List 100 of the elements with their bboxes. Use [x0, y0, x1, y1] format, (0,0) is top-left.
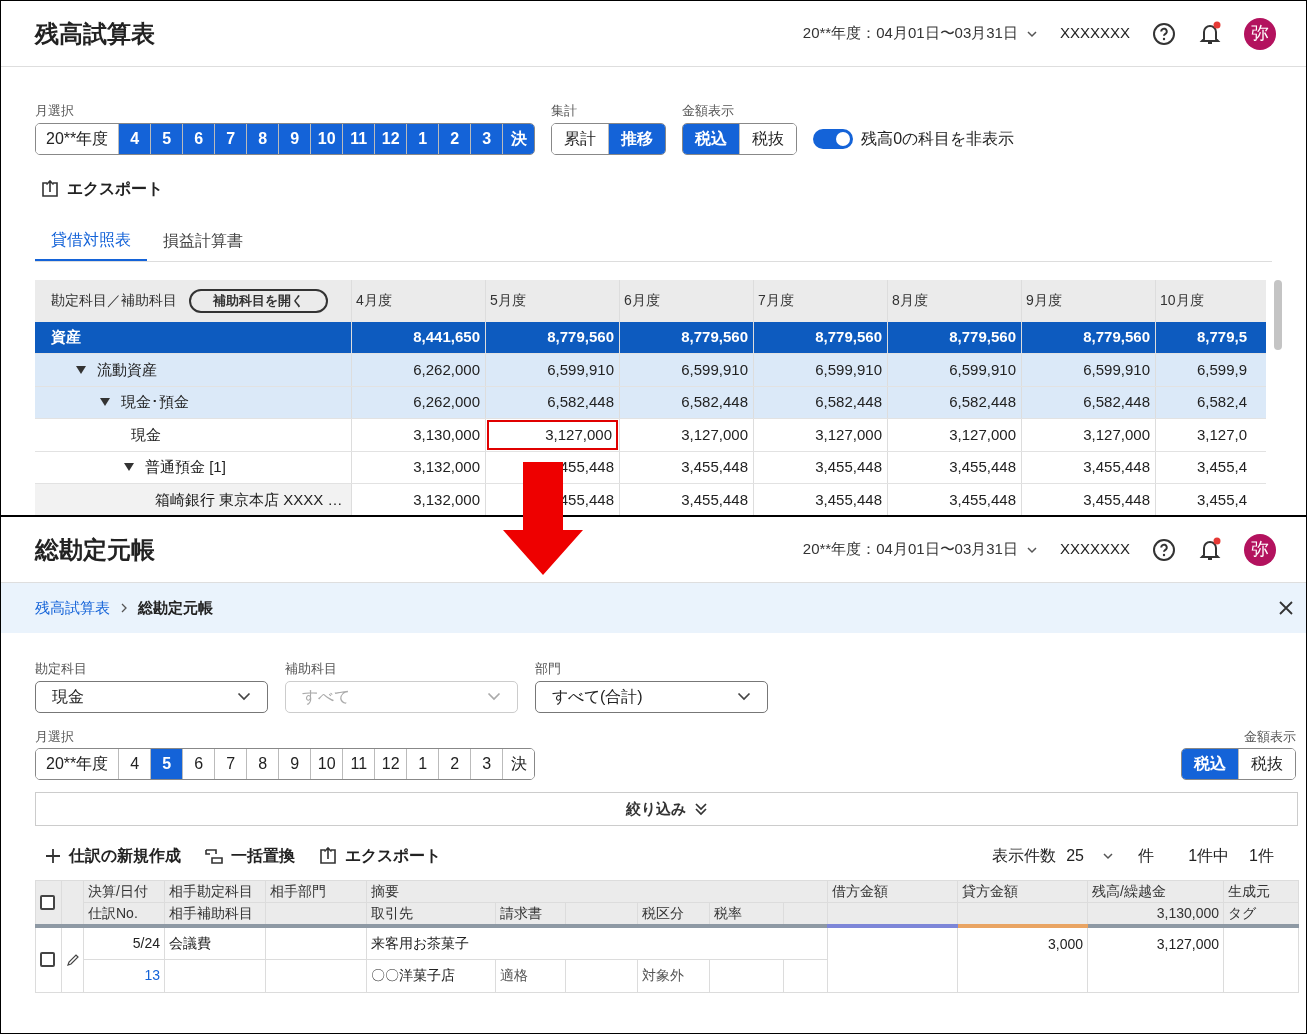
month-option[interactable]: 決 [502, 749, 535, 779]
filter-bar[interactable]: 絞り込み [35, 792, 1298, 826]
amount-cell[interactable]: 6,582,448 [621, 387, 752, 417]
notification-bell-icon[interactable] [1198, 20, 1222, 47]
month-option[interactable]: 2 [438, 123, 471, 154]
amount-cell[interactable]: 8,779,5 [1157, 322, 1265, 352]
amount-cell[interactable]: 3,127,000 [755, 420, 886, 450]
toggle-switch[interactable] [813, 128, 854, 149]
dropdown-field[interactable]: すべて(合計) [535, 680, 768, 713]
month-option[interactable]: 12 [374, 123, 407, 154]
amount-cell[interactable]: 6,582,448 [889, 387, 1020, 417]
scrollbar[interactable] [1274, 279, 1282, 350]
month-option[interactable]: 8 [246, 123, 279, 154]
aggregation-option[interactable]: 推移 [608, 123, 666, 154]
account-name: 現金 [131, 424, 161, 445]
account-name: 流動資産 [97, 359, 157, 380]
month-option[interactable]: 3 [470, 123, 503, 154]
amount-cell[interactable]: 3,455,448 [1023, 485, 1154, 515]
amount-cell[interactable]: 6,599,910 [755, 355, 886, 385]
amount-cell[interactable]: 3,455,448 [755, 485, 886, 515]
dropdown-field[interactable]: 現金 [35, 680, 268, 713]
period-dropdown[interactable]: 20**年度：04月01日〜03月31日 [802, 538, 1038, 561]
amount-cell[interactable]: 3,455,448 [889, 485, 1020, 515]
amount-cell[interactable]: 3,132,000 [353, 452, 484, 482]
pencil-icon[interactable] [66, 952, 80, 967]
open-subaccounts-button[interactable]: 補助科目を開く [189, 288, 328, 313]
amount-cell[interactable]: 6,582,448 [487, 387, 618, 417]
amount-cell[interactable]: 8,779,560 [1023, 322, 1154, 352]
amount-cell[interactable]: 8,779,560 [889, 322, 1020, 352]
entry-number-link[interactable]: 13 [144, 967, 160, 983]
page-size-dropdown[interactable]: 25 [1066, 844, 1129, 868]
amount-cell[interactable]: 6,262,000 [353, 387, 484, 417]
tax-option[interactable]: 税込 [1182, 749, 1238, 779]
breadcrumb-link[interactable]: 残高試算表 [35, 596, 110, 620]
amount-cell[interactable]: 3,455,448 [621, 452, 752, 482]
amount-cell[interactable]: 455,448 [487, 452, 618, 482]
month-option[interactable]: 5 [150, 749, 183, 779]
close-icon[interactable] [1278, 600, 1294, 616]
amount-cell[interactable]: 6,599,910 [621, 355, 752, 385]
amount-cell[interactable]: 3,455,448 [889, 452, 1020, 482]
tax-option[interactable]: 税抜 [1238, 749, 1295, 779]
amount-cell[interactable]: 8,779,560 [487, 322, 618, 352]
amount-cell[interactable]: 3,455,4 [1157, 485, 1265, 515]
toolbar-button[interactable]: エクスポート [319, 844, 441, 868]
expand-triangle-icon[interactable] [75, 364, 87, 375]
amount-cell[interactable]: 3,130,000 [353, 420, 484, 450]
chevron-right-icon [120, 603, 128, 613]
amount-cell[interactable]: 3,455,448 [621, 485, 752, 515]
row-checkbox[interactable] [40, 952, 55, 968]
user-avatar[interactable]: 弥 [1244, 17, 1276, 50]
amount-cell[interactable]: 6,582,448 [1023, 387, 1154, 417]
amount-cell[interactable]: 6,599,910 [487, 355, 618, 385]
amount-cell[interactable]: 6,599,9 [1157, 355, 1265, 385]
amount-cell[interactable]: 8,441,650 [353, 322, 484, 352]
month-option[interactable]: 10 [310, 123, 343, 154]
tab[interactable]: 損益計算書 [147, 220, 259, 261]
total-count: 1件中 [1188, 846, 1230, 866]
amount-cell[interactable]: 6,262,000 [353, 355, 484, 385]
tab[interactable]: 貸借対照表 [35, 220, 147, 261]
amount-cell[interactable]: 3,127,000 [621, 420, 752, 450]
period-dropdown[interactable]: 20**年度：04月01日〜03月31日 [802, 22, 1038, 45]
export-button[interactable]: エクスポート [41, 176, 163, 201]
amount-cell[interactable]: 6,582,448 [755, 387, 886, 417]
amount-cell[interactable]: 3,127,000 [889, 420, 1020, 450]
month-option[interactable]: 6 [182, 123, 215, 154]
month-option[interactable]: 9 [278, 123, 311, 154]
amount-cell[interactable]: 6,599,910 [889, 355, 1020, 385]
month-option[interactable]: 1 [406, 123, 439, 154]
column-header: 摘要 [371, 883, 399, 899]
expand-triangle-icon[interactable] [99, 397, 111, 408]
amount-cell[interactable]: 3,127,000 [1023, 420, 1154, 450]
amount-cell[interactable]: 8,779,560 [621, 322, 752, 352]
amount-cell[interactable]: 3,455,4 [1157, 452, 1265, 482]
field-label: 月選択 [35, 102, 75, 120]
amount-cell[interactable]: 3,455,448 [755, 452, 886, 482]
tax-option[interactable]: 税込 [683, 123, 740, 154]
amount-cell[interactable]: 455,448 [487, 485, 618, 515]
tax-option[interactable]: 税抜 [739, 123, 797, 154]
description-cell: 来客用お茶菓子 [371, 934, 469, 951]
help-icon[interactable] [1152, 21, 1176, 46]
user-avatar[interactable]: 弥 [1244, 533, 1276, 566]
month-option[interactable]: 5 [150, 123, 183, 154]
amount-cell[interactable]: 3,132,000 [353, 485, 484, 515]
month-option[interactable]: 11 [342, 123, 375, 154]
balance-amount: 3,127,000 [1156, 936, 1220, 952]
month-option[interactable]: 4 [118, 123, 151, 154]
amount-cell[interactable]: 6,599,910 [1023, 355, 1154, 385]
toolbar-button[interactable]: 一括置換 [205, 844, 295, 868]
toolbar-button[interactable]: 仕訳の新規作成 [45, 844, 181, 868]
help-icon[interactable] [1152, 537, 1176, 562]
select-all-checkbox[interactable] [40, 895, 55, 910]
amount-cell[interactable]: 6,582,4 [1157, 387, 1265, 417]
amount-cell[interactable]: 3,127,0 [1157, 420, 1265, 450]
amount-cell[interactable]: 8,779,560 [755, 322, 886, 352]
notification-bell-icon[interactable] [1198, 536, 1222, 563]
month-option[interactable]: 7 [214, 123, 247, 154]
amount-cell[interactable]: 3,455,448 [1023, 452, 1154, 482]
month-option[interactable]: 決 [502, 123, 535, 154]
expand-triangle-icon[interactable] [123, 462, 135, 473]
amount-cell[interactable]: 3,127,000 [487, 420, 618, 450]
